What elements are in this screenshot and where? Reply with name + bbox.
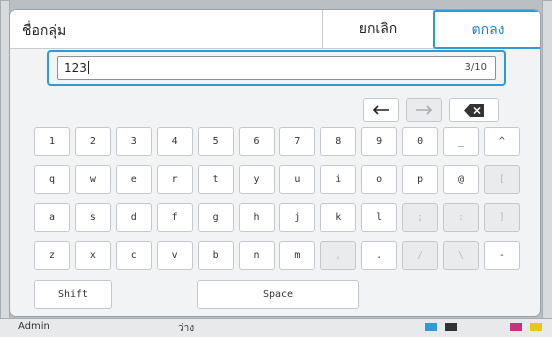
key[interactable]: \: [443, 241, 479, 270]
key[interactable]: -: [483, 241, 520, 270]
key[interactable]: ^: [483, 127, 520, 156]
backspace-button[interactable]: [449, 98, 499, 122]
key[interactable]: 3: [115, 127, 152, 156]
background-panel-left: [0, 0, 10, 320]
character-counter: 3/10: [464, 62, 487, 73]
key[interactable]: 7: [279, 127, 316, 156]
ink-indicator-cyan-icon: [425, 323, 437, 331]
key[interactable]: k: [320, 203, 357, 232]
key[interactable]: .: [361, 241, 398, 270]
group-name-input[interactable]: 123 3/10: [57, 56, 496, 80]
ink-indicator-black-icon: [445, 323, 457, 331]
key[interactable]: v: [156, 241, 193, 270]
key[interactable]: t: [197, 165, 234, 194]
key[interactable]: d: [115, 203, 152, 232]
text-caret: [87, 61, 89, 74]
input-value: 123: [64, 61, 89, 75]
key[interactable]: c: [115, 241, 152, 270]
backspace-icon: [464, 103, 484, 117]
space-key[interactable]: Space: [197, 280, 359, 309]
cursor-left-button[interactable]: [363, 98, 399, 122]
background-panel-right: [542, 0, 552, 320]
text-input-frame: 123 3/10: [47, 50, 506, 86]
key[interactable]: g: [197, 203, 234, 232]
key[interactable]: 8: [320, 127, 357, 156]
dialog-title: ชื่อกลุ่ม: [22, 23, 67, 39]
ink-indicator-magenta-icon: [510, 323, 522, 331]
dialog-titlebar: ชื่อกลุ่ม ยกเลิก ตกลง: [10, 10, 540, 49]
key[interactable]: ;: [402, 203, 439, 232]
keyboard-dialog: ชื่อกลุ่ม ยกเลิก ตกลง 123 3/10 123456789…: [10, 10, 540, 316]
key[interactable]: r: [156, 165, 193, 194]
status-text: ว่าง: [178, 323, 195, 334]
key[interactable]: /: [402, 241, 439, 270]
right-arrow-icon: [416, 105, 433, 115]
shift-key[interactable]: Shift: [34, 280, 112, 309]
ink-indicator-yellow-icon: [530, 323, 542, 331]
key[interactable]: p: [402, 165, 439, 194]
key[interactable]: ]: [483, 203, 520, 232]
cancel-button[interactable]: ยกเลิก: [322, 10, 434, 48]
key[interactable]: i: [320, 165, 357, 194]
status-bar: Admin ว่าง: [0, 318, 552, 337]
key[interactable]: 9: [361, 127, 398, 156]
key[interactable]: 0: [402, 127, 439, 156]
key[interactable]: @: [443, 165, 479, 194]
key[interactable]: z: [34, 241, 70, 270]
key[interactable]: o: [361, 165, 398, 194]
key[interactable]: 6: [238, 127, 275, 156]
key[interactable]: _: [443, 127, 479, 156]
status-user: Admin: [18, 321, 50, 332]
key[interactable]: x: [74, 241, 111, 270]
key[interactable]: u: [279, 165, 316, 194]
key[interactable]: b: [197, 241, 234, 270]
ok-button[interactable]: ตกลง: [433, 10, 540, 49]
key[interactable]: a: [34, 203, 70, 232]
key[interactable]: q: [34, 165, 70, 194]
left-arrow-icon: [372, 105, 389, 115]
key[interactable]: w: [74, 165, 111, 194]
key[interactable]: 2: [74, 127, 111, 156]
key[interactable]: [: [483, 165, 520, 194]
cursor-right-button[interactable]: [406, 98, 442, 122]
key[interactable]: m: [279, 241, 316, 270]
key[interactable]: e: [115, 165, 152, 194]
key[interactable]: 4: [156, 127, 193, 156]
key[interactable]: 1: [34, 127, 70, 156]
key[interactable]: j: [279, 203, 316, 232]
key[interactable]: 5: [197, 127, 234, 156]
key[interactable]: ,: [320, 241, 357, 270]
key[interactable]: l: [361, 203, 398, 232]
key[interactable]: s: [74, 203, 111, 232]
key[interactable]: n: [238, 241, 275, 270]
key[interactable]: h: [238, 203, 275, 232]
key[interactable]: y: [238, 165, 275, 194]
key[interactable]: :: [443, 203, 479, 232]
key[interactable]: f: [156, 203, 193, 232]
